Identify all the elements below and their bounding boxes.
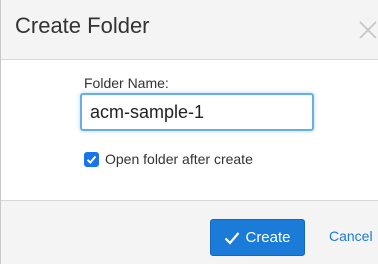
create-button[interactable]: Create [210,219,305,256]
create-button-label: Create [245,229,291,246]
checkmark-icon [86,155,97,164]
create-folder-dialog: Create Folder Folder Name: Open folder a… [0,0,378,264]
dialog-header: Create Folder [1,0,378,60]
open-folder-option[interactable]: Open folder after create [84,149,253,169]
dialog-body: Folder Name: Open folder after create [1,60,378,200]
open-folder-checkbox[interactable] [84,151,99,167]
cancel-button[interactable]: Cancel [329,228,373,244]
folder-name-input[interactable] [80,93,314,131]
check-icon [225,231,240,245]
dialog-footer: Create Cancel [1,200,378,264]
close-icon[interactable] [357,19,378,41]
open-folder-label: Open folder after create [105,151,253,167]
dialog-title: Create Folder [15,13,150,38]
folder-name-label: Folder Name: [84,75,169,91]
